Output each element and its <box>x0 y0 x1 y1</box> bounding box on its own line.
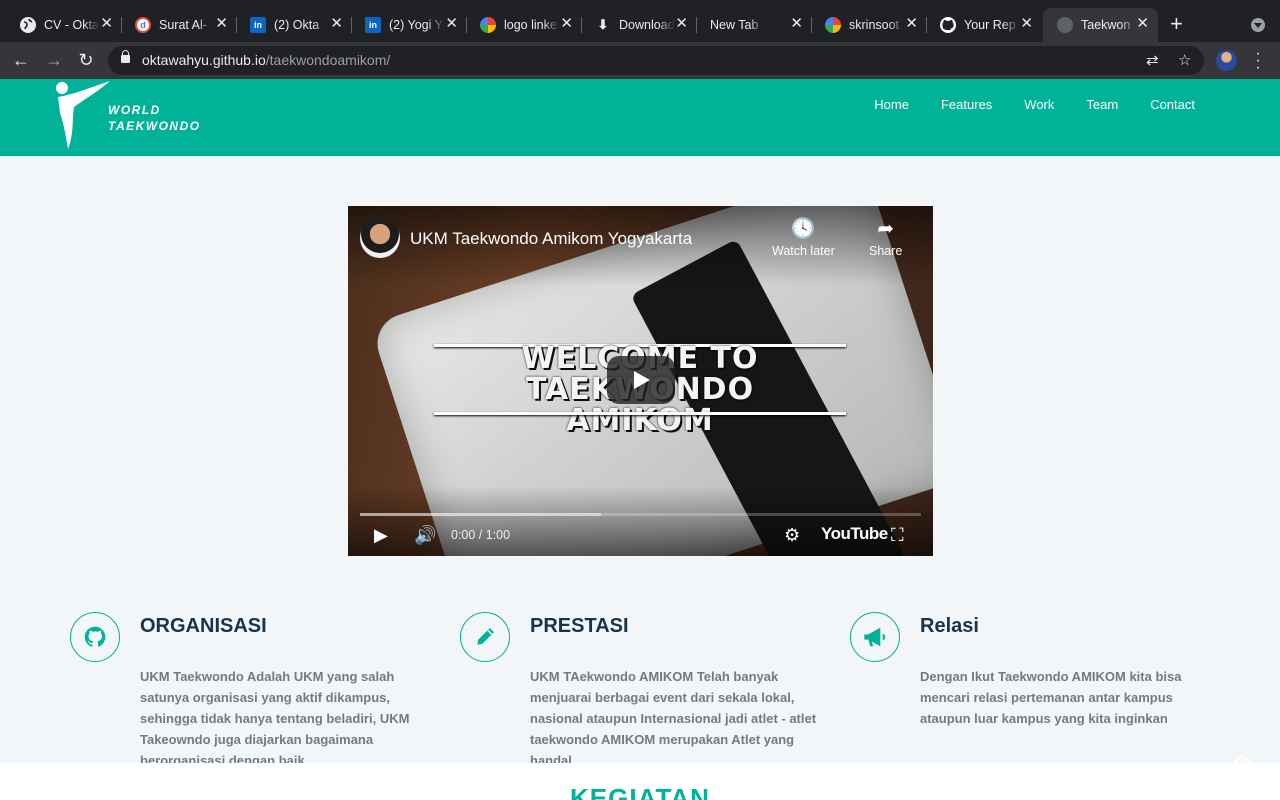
overlay-rule-bottom <box>434 412 846 415</box>
nav-home[interactable]: Home <box>874 97 909 112</box>
nav-features[interactable]: Features <box>941 97 992 112</box>
tab-title: (2) Yogi Y <box>389 18 443 32</box>
feature-description: UKM Taekwondo Adalah UKM yang salah satu… <box>140 669 410 768</box>
tab-title: CV - Okta <box>44 18 99 32</box>
close-tab-icon[interactable]: ✕ <box>675 16 688 32</box>
reload-button[interactable]: ↻ <box>75 50 97 72</box>
tab-title: logo linke <box>504 18 557 32</box>
clock-icon: 🕓 <box>790 218 816 240</box>
section-heading: KEGIATAN <box>570 783 710 800</box>
nav-team[interactable]: Team <box>1086 97 1118 112</box>
browser-tab-active[interactable]: Taekwon ✕ <box>1043 8 1158 42</box>
translate-icon[interactable]: ⇄ <box>1146 51 1159 69</box>
browser-tab[interactable]: logo linke ✕ <box>460 8 582 42</box>
feature-description: Dengan Ikut Taekwondo AMIKOM kita bisa m… <box>920 669 1182 726</box>
close-tab-icon[interactable]: ✕ <box>445 16 458 32</box>
scroll-to-top-icon[interactable] <box>1224 748 1260 768</box>
close-tab-icon[interactable]: ✕ <box>560 16 573 32</box>
browser-tab[interactable]: Your Rep ✕ <box>920 8 1042 42</box>
lock-icon[interactable] <box>121 50 130 63</box>
settings-gear-icon[interactable]: ⚙ <box>784 523 800 547</box>
tab-title: Taekwon <box>1081 18 1131 32</box>
nav-contact[interactable]: Contact <box>1150 97 1195 112</box>
tab-search-icon[interactable] <box>1251 18 1265 32</box>
tab-title: Your Rep <box>964 18 1016 32</box>
watch-later-label: Watch later <box>772 244 835 258</box>
browser-tab[interactable]: ⬇ Download ✕ <box>575 8 697 42</box>
close-tab-icon[interactable]: ✕ <box>790 16 803 32</box>
browser-tab-strip: CV - Okta ✕ d Surat Al- ✕ in (2) Okta ✕ … <box>0 0 1280 42</box>
large-play-button[interactable] <box>607 356 675 404</box>
tab-title: New Tab <box>710 18 759 32</box>
linkedin-icon: in <box>365 17 381 33</box>
nav-work[interactable]: Work <box>1024 97 1054 112</box>
browser-menu-icon[interactable]: · · · <box>1253 46 1263 76</box>
url-text: oktawahyu.github.io/taekwondoamikom/ <box>142 52 391 68</box>
video-title[interactable]: UKM Taekwondo Amikom Yogyakarta <box>410 229 692 249</box>
tab-title: Surat Al- <box>159 18 207 32</box>
tab-title: skrinsoot <box>849 18 900 32</box>
google-icon <box>480 17 496 33</box>
browser-tab[interactable]: in (2) Okta ✕ <box>230 8 352 42</box>
download-icon: ⬇ <box>597 17 609 32</box>
new-tab-button[interactable]: + <box>1170 13 1183 35</box>
feature-title: PRESTASI <box>530 615 629 637</box>
tab-title: Download <box>619 18 675 32</box>
fullscreen-icon[interactable]: ⛶ <box>891 523 904 547</box>
browser-toolbar: ← → ↻ oktawahyu.github.io/taekwondoamiko… <box>0 42 1280 79</box>
linkedin-icon: in <box>250 17 266 33</box>
close-tab-icon[interactable]: ✕ <box>1020 16 1033 32</box>
volume-icon[interactable]: 🔊 <box>414 523 436 547</box>
youtube-video-player[interactable]: UKM Taekwondo Amikom Yogyakarta 🕓 Watch … <box>348 206 933 556</box>
close-tab-icon[interactable]: ✕ <box>330 16 343 32</box>
channel-avatar[interactable] <box>360 218 400 258</box>
feature-title: ORGANISASI <box>140 615 267 637</box>
back-button[interactable]: ← <box>10 50 32 72</box>
browser-tab[interactable]: in (2) Yogi Y ✕ <box>345 8 467 42</box>
video-time: 0:00 / 1:00 <box>451 528 511 542</box>
browser-tab[interactable]: CV - Okta ✕ <box>0 8 122 42</box>
bookmark-star-icon[interactable]: ☆ <box>1178 51 1191 69</box>
browser-tab[interactable]: skrinsoot ✕ <box>805 8 927 42</box>
site-header: WORLD TAEKWONDO Home Features Work Team … <box>0 79 1280 156</box>
pencil-icon <box>460 612 510 662</box>
share-icon: ➦ <box>877 218 895 240</box>
google-icon <box>825 17 841 33</box>
d-icon: d <box>135 17 151 33</box>
github-icon <box>940 17 956 33</box>
watch-later-button[interactable]: 🕓 Watch later <box>772 218 835 258</box>
github-icon <box>70 612 120 662</box>
taekwondo-figure-icon <box>56 81 110 149</box>
play-icon[interactable]: ▶ <box>374 523 388 547</box>
megaphone-icon <box>850 612 900 662</box>
close-tab-icon[interactable]: ✕ <box>100 16 113 32</box>
feature-description: UKM TAekwondo AMIKOM Telah banyak menjua… <box>530 669 817 768</box>
close-tab-icon[interactable]: ✕ <box>215 16 228 32</box>
video-progress-bar[interactable] <box>360 513 921 516</box>
world-taekwondo-logo[interactable]: WORLD TAEKWONDO <box>52 79 222 151</box>
kegiatan-section: KEGIATAN <box>0 763 1280 800</box>
feature-title: Relasi <box>920 615 979 637</box>
main-nav: Home Features Work Team Contact <box>874 97 1195 112</box>
tab-title: (2) Okta <box>274 18 320 32</box>
globe-icon <box>1057 17 1073 33</box>
youtube-logo[interactable]: YouTube <box>821 524 888 544</box>
forward-button[interactable]: → <box>43 50 65 72</box>
share-button[interactable]: ➦ Share <box>869 218 902 258</box>
logo-text: WORLD TAEKWONDO <box>108 103 201 133</box>
profile-avatar[interactable] <box>1216 50 1237 71</box>
browser-tab[interactable]: d Surat Al- ✕ <box>115 8 237 42</box>
globe-icon <box>20 17 36 33</box>
close-tab-icon[interactable]: ✕ <box>905 16 918 32</box>
browser-tab[interactable]: New Tab ✕ <box>690 8 812 42</box>
close-tab-icon[interactable]: ✕ <box>1136 16 1149 32</box>
address-bar[interactable]: oktawahyu.github.io/taekwondoamikom/ ⇄ ☆ <box>108 46 1204 75</box>
share-label: Share <box>869 244 903 258</box>
